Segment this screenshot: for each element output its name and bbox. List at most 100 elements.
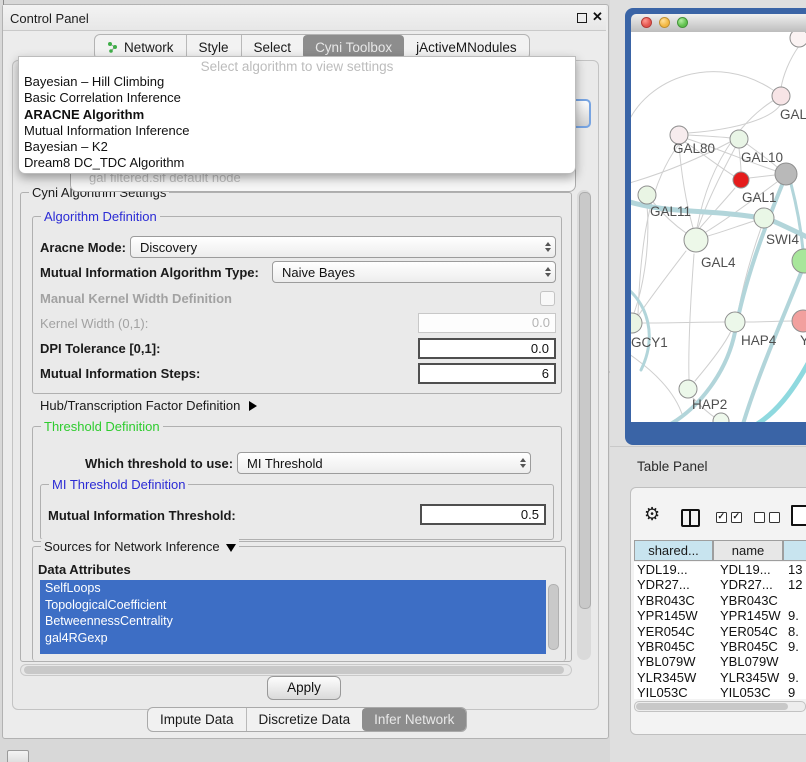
table-hscrollbar-thumb[interactable] xyxy=(636,703,788,710)
table-cell[interactable]: YBR045C xyxy=(634,639,713,654)
zoom-traffic-light[interactable] xyxy=(677,17,688,28)
network-edge[interactable] xyxy=(695,331,731,381)
float-icon[interactable] xyxy=(577,13,587,23)
split-columns-icon[interactable] xyxy=(681,509,700,527)
kernel-width-input[interactable]: 0.0 xyxy=(418,313,556,333)
minimize-traffic-light[interactable] xyxy=(659,17,670,28)
network-node[interactable] xyxy=(713,413,729,422)
dpi-tolerance-input[interactable]: 0.0 xyxy=(418,338,556,359)
settings-vscrollbar-thumb[interactable] xyxy=(579,192,591,609)
table-cell[interactable]: YER054C xyxy=(713,624,783,639)
which-threshold-combo[interactable]: MI Threshold xyxy=(237,452,531,474)
network-node[interactable] xyxy=(754,208,774,228)
network-edge[interactable] xyxy=(638,144,679,314)
table-row[interactable]: YBL079WYBL079W xyxy=(634,654,806,669)
table-cell[interactable]: YBR045C xyxy=(713,639,783,654)
document-icon[interactable] xyxy=(791,505,806,526)
settings-hscrollbar-thumb[interactable] xyxy=(24,666,564,674)
table-cell[interactable]: 8. xyxy=(783,624,799,639)
network-edge[interactable] xyxy=(688,104,781,133)
hub-definition-toggle[interactable]: Hub/Transcription Factor Definition xyxy=(40,398,257,413)
table-cell[interactable]: YDL19... xyxy=(713,562,783,577)
algorithm-option[interactable]: Bayesian – K2 xyxy=(19,139,575,155)
network-node[interactable] xyxy=(775,163,797,185)
collapsed-panel-button[interactable] xyxy=(7,750,29,762)
manual-kernel-checkbox[interactable] xyxy=(540,291,555,306)
table-row[interactable]: YBR045CYBR045C9. xyxy=(634,639,806,654)
table-row[interactable]: YDL19...YDL19...13 xyxy=(634,562,806,577)
table-cell[interactable]: 12 xyxy=(783,577,802,592)
table-cell[interactable]: 13 xyxy=(783,562,802,577)
mi-algorithm-type-combo[interactable]: Naive Bayes xyxy=(272,261,556,283)
table-cell[interactable] xyxy=(783,593,788,608)
attribute-list-item[interactable]: SelfLoops xyxy=(40,580,546,597)
network-view-titlebar[interactable] xyxy=(631,14,806,33)
algorithm-option[interactable]: Bayesian – Hill Climbing xyxy=(19,74,575,90)
table-cell[interactable]: YIL053C xyxy=(713,685,783,699)
table-cell[interactable]: YLR345W xyxy=(713,670,783,685)
network-edge[interactable] xyxy=(631,72,773,127)
table-cell[interactable]: YPR145W xyxy=(713,608,783,623)
network-node[interactable] xyxy=(684,228,708,252)
table-cell[interactable]: YPR145W xyxy=(634,608,713,623)
algorithm-option[interactable]: Dream8 DC_TDC Algorithm xyxy=(19,155,575,171)
network-node[interactable] xyxy=(730,130,748,148)
checked-boxes-icon[interactable] xyxy=(716,512,742,523)
table-cell[interactable]: YBR043C xyxy=(713,593,783,608)
network-node[interactable] xyxy=(792,249,806,273)
table-cell[interactable]: YDL19... xyxy=(634,562,713,577)
network-node[interactable] xyxy=(733,172,749,188)
column-header-name[interactable]: name xyxy=(713,540,783,561)
table-cell[interactable]: YER054C xyxy=(634,624,713,639)
close-icon[interactable]: ✕ xyxy=(592,9,603,25)
network-edge[interactable] xyxy=(781,46,799,88)
network-edge[interactable] xyxy=(699,188,735,229)
table-cell[interactable]: YBR043C xyxy=(634,593,713,608)
table-cell[interactable] xyxy=(783,654,788,669)
table-cell[interactable]: 9 xyxy=(783,685,795,699)
column-header-shared[interactable]: shared... xyxy=(634,540,713,561)
network-node[interactable] xyxy=(790,32,806,47)
network-canvas[interactable]: GALGAL80GAL10GAL1GAL11SWI4GAL4GCY1HAP4YH… xyxy=(631,32,806,422)
table-cell[interactable]: 9. xyxy=(783,639,799,654)
network-node[interactable] xyxy=(725,312,745,332)
table-row[interactable]: YDR27...YDR27...12 xyxy=(634,577,806,592)
aracne-mode-combo[interactable]: Discovery xyxy=(130,236,556,258)
table-cell[interactable]: YBL079W xyxy=(634,654,713,669)
table-cell[interactable]: 9. xyxy=(783,608,799,623)
apply-button[interactable]: Apply xyxy=(267,676,341,700)
tab-discretize-data[interactable]: Discretize Data xyxy=(246,708,363,731)
table-row[interactable]: YLR345WYLR345W9. xyxy=(634,670,806,685)
table-cell[interactable]: YBL079W xyxy=(713,654,783,669)
network-node[interactable] xyxy=(679,380,697,398)
table-cell[interactable]: YDR27... xyxy=(634,577,713,592)
attribute-list-item[interactable]: gal4RGexp xyxy=(40,630,546,647)
tab-infer-network[interactable]: Infer Network xyxy=(362,708,466,731)
close-traffic-light[interactable] xyxy=(641,17,652,28)
table-row[interactable]: YBR043CYBR043C xyxy=(634,593,806,608)
control-panel-titlebar[interactable] xyxy=(3,5,606,31)
data-attributes-list[interactable]: SelfLoopsTopologicalCoefficientBetweenne… xyxy=(40,580,546,654)
network-edge[interactable] xyxy=(638,251,686,316)
attributes-scrollbar-thumb[interactable] xyxy=(548,584,559,650)
table-cell[interactable]: 9. xyxy=(783,670,799,685)
table-row[interactable]: YER054CYER054C8. xyxy=(634,624,806,639)
table-row[interactable]: YIL053CYIL053C9 xyxy=(634,685,806,699)
network-edge[interactable] xyxy=(631,352,683,417)
table-cell[interactable]: YLR345W xyxy=(634,670,713,685)
algorithm-option[interactable]: Basic Correlation Inference xyxy=(19,90,575,106)
network-edge[interactable] xyxy=(688,135,731,138)
column-header-partial[interactable] xyxy=(783,540,806,561)
unchecked-boxes-icon[interactable] xyxy=(754,512,780,523)
network-edge[interactable] xyxy=(708,221,754,236)
attribute-list-item[interactable]: BetweennessCentrality xyxy=(40,613,546,630)
attribute-list-item[interactable]: TopologicalCoefficient xyxy=(40,597,546,614)
table-cell[interactable]: YDR27... xyxy=(713,577,783,592)
sources-group-title[interactable]: Sources for Network Inference xyxy=(41,539,239,554)
gear-icon[interactable]: ⚙ xyxy=(644,504,660,524)
mi-steps-input[interactable]: 6 xyxy=(418,363,556,384)
network-edge[interactable] xyxy=(689,254,694,380)
network-edge[interactable] xyxy=(749,175,775,178)
algorithm-option[interactable]: ARACNE Algorithm xyxy=(19,107,575,123)
table-cell[interactable]: YIL053C xyxy=(634,685,713,699)
